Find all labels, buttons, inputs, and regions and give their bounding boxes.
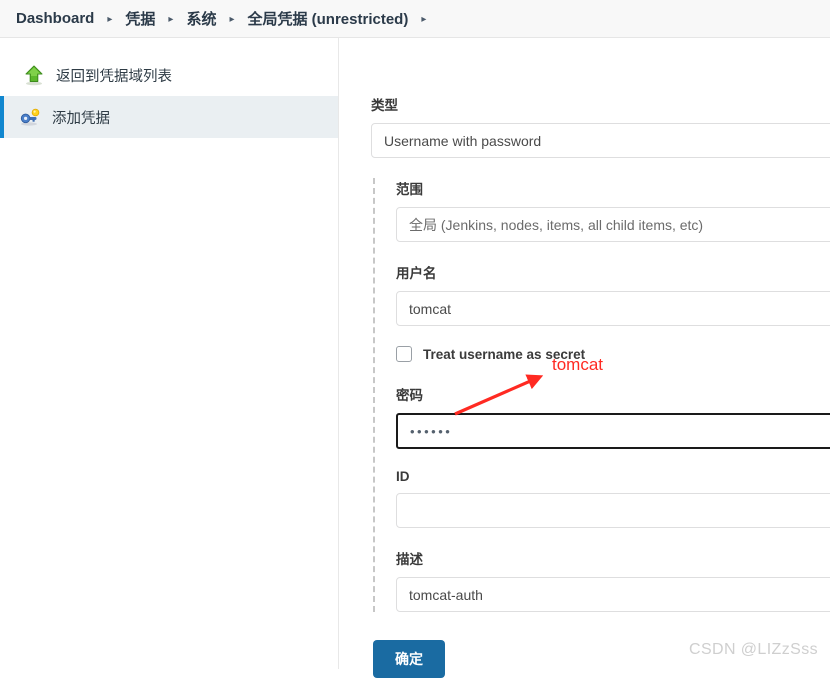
password-input[interactable]: •••••• xyxy=(396,413,830,449)
field-description: 描述 tomcat-auth xyxy=(396,548,830,612)
sidebar-item-back-to-domain-list[interactable]: 返回到凭据域列表 xyxy=(0,54,338,96)
breadcrumb-separator-icon: ▸ xyxy=(107,13,113,25)
description-input[interactable]: tomcat-auth xyxy=(396,577,830,612)
field-id: ID xyxy=(396,469,830,528)
watermark: CSDN @LIZzSss xyxy=(688,641,818,658)
page-body: 返回到凭据域列表 添加凭据 类型 Username with password … xyxy=(0,38,830,678)
id-input[interactable] xyxy=(396,493,830,528)
breadcrumb-separator-icon: ▸ xyxy=(168,13,174,25)
kind-select[interactable]: Username with password xyxy=(371,123,830,158)
breadcrumb: Dashboard ▸ 凭据 ▸ 系统 ▸ 全局凭据 (unrestricted… xyxy=(0,0,830,38)
sidebar-item-label: 返回到凭据域列表 xyxy=(56,68,172,85)
field-description-label: 描述 xyxy=(396,552,423,567)
breadcrumb-item-system[interactable]: 系统 xyxy=(186,8,216,29)
field-username-label: 用户名 xyxy=(396,266,437,281)
field-username: 用户名 tomcat xyxy=(396,262,830,326)
breadcrumb-item-credentials[interactable]: 凭据 xyxy=(125,8,155,29)
credential-form: 类型 Username with password 范围 全局 (Jenkins… xyxy=(339,38,830,678)
scope-select[interactable]: 全局 (Jenkins, nodes, items, all child ite… xyxy=(396,207,830,242)
breadcrumb-separator-icon: ▸ xyxy=(229,13,235,25)
sidebar-item-label: 添加凭据 xyxy=(52,110,110,127)
credential-details-group: 范围 全局 (Jenkins, nodes, items, all child … xyxy=(373,178,830,612)
annotation-label: tomcat xyxy=(552,355,604,374)
field-kind: 类型 Username with password xyxy=(371,94,830,158)
submit-button[interactable]: 确定 xyxy=(373,640,445,678)
breadcrumb-dropdown-chevron-icon[interactable]: ▸ xyxy=(421,14,426,25)
sidebar-item-add-credential[interactable]: 添加凭据 xyxy=(0,96,338,138)
treat-username-as-secret-row[interactable]: Treat username as secret xyxy=(396,346,830,362)
field-scope: 范围 全局 (Jenkins, nodes, items, all child … xyxy=(396,178,830,242)
field-kind-label: 类型 xyxy=(371,98,398,113)
username-input[interactable]: tomcat xyxy=(396,291,830,326)
breadcrumb-item-global-credentials[interactable]: 全局凭据 (unrestricted) xyxy=(247,8,408,29)
password-masked-value: •••••• xyxy=(410,423,453,439)
breadcrumb-item-dashboard[interactable]: Dashboard xyxy=(16,10,94,27)
field-scope-label: 范围 xyxy=(396,182,423,197)
sidebar: 返回到凭据域列表 添加凭据 xyxy=(0,38,339,669)
field-id-label: ID xyxy=(396,469,410,484)
green-up-arrow-icon xyxy=(22,63,46,87)
key-icon xyxy=(18,105,42,129)
field-password-label: 密码 xyxy=(396,388,423,403)
treat-username-as-secret-checkbox[interactable] xyxy=(396,346,412,362)
field-password: 密码 •••••• xyxy=(396,384,830,449)
